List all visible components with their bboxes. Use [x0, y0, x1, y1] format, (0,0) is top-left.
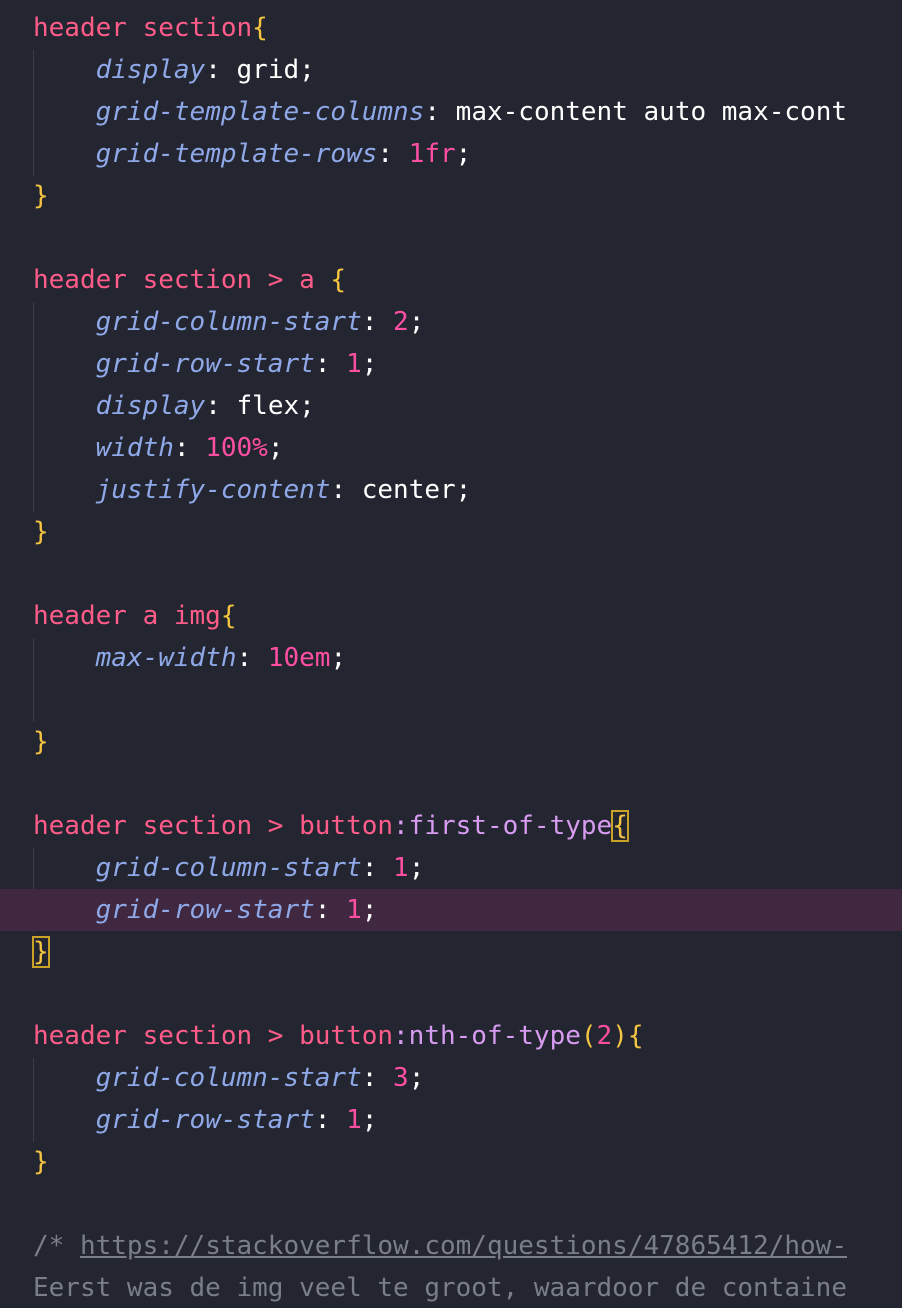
css-value: 3	[393, 1063, 409, 1093]
code-line[interactable]: }	[0, 931, 902, 973]
code-line[interactable]: grid-column-start: 3;	[0, 1057, 902, 1099]
code-line[interactable]: header a img{	[0, 595, 902, 637]
open-brace: {	[627, 1021, 644, 1051]
css-property: display	[95, 391, 206, 421]
css-pseudo-class: :nth-of-type	[393, 1021, 581, 1051]
css-value: 1	[393, 853, 409, 883]
comment-link[interactable]: https://stackoverflow.com/questions/4786…	[80, 1231, 847, 1261]
css-value: 10em	[267, 643, 331, 673]
css-selector: header a img	[33, 601, 221, 631]
code-line[interactable]: header section{	[0, 7, 902, 49]
css-property: max-width	[95, 643, 237, 673]
code-editor[interactable]: header section{ display: grid; grid-temp…	[0, 0, 902, 1308]
close-brace: }	[33, 181, 49, 211]
code-line[interactable]: Eerst was de img veel te groot, waardoor…	[0, 1267, 902, 1308]
code-line[interactable]: }	[0, 1141, 902, 1183]
css-property: display	[95, 55, 206, 85]
css-property: grid-row-start	[95, 1105, 315, 1135]
css-property: grid-row-start	[95, 349, 315, 379]
css-selector: header section > button	[33, 1021, 394, 1051]
css-property: grid-column-start	[95, 853, 362, 883]
code-line[interactable]: grid-column-start: 2;	[0, 301, 902, 343]
scrolled-off-text-edge	[340, 0, 640, 2]
code-line[interactable]: header section > button:first-of-type{	[0, 805, 902, 847]
css-value: max-content auto max-cont	[455, 97, 848, 127]
code-line[interactable]: grid-template-columns: max-content auto …	[0, 91, 902, 133]
code-line[interactable]: grid-template-rows: 1fr;	[0, 133, 902, 175]
pseudo-argument: 2	[596, 1021, 613, 1051]
code-line[interactable]: max-width: 10em;	[0, 637, 902, 679]
code-line-active[interactable]: grid-row-start: 1;	[0, 889, 902, 931]
css-property: justify-content	[95, 475, 331, 505]
code-line[interactable]: justify-content: center;	[0, 469, 902, 511]
open-brace: {	[252, 13, 268, 43]
code-line[interactable]: }	[0, 511, 902, 553]
css-property: grid-column-start	[95, 307, 362, 337]
css-property: grid-template-columns	[95, 97, 425, 127]
css-value: 1fr	[408, 139, 456, 169]
code-line[interactable]: grid-column-start: 1;	[0, 847, 902, 889]
close-brace: }	[33, 727, 49, 757]
open-brace: {	[220, 601, 237, 631]
comment-prefix: /*	[33, 1231, 80, 1261]
css-value: 1	[346, 349, 362, 379]
css-property: width	[95, 433, 174, 463]
code-line[interactable]: header section > button:nth-of-type(2){	[0, 1015, 902, 1057]
code-line[interactable]: width: 100%;	[0, 427, 902, 469]
comment-text: Eerst was de img veel te groot, waardoor…	[33, 1273, 847, 1303]
css-selector: header section	[33, 13, 253, 43]
code-line[interactable]: /* https://stackoverflow.com/questions/4…	[0, 1225, 902, 1267]
open-paren: (	[580, 1021, 597, 1051]
css-value: 1	[346, 1105, 362, 1135]
css-value: grid	[236, 55, 300, 85]
close-paren: )	[612, 1021, 628, 1051]
close-brace: }	[33, 1147, 49, 1177]
code-line-empty[interactable]	[0, 679, 902, 721]
open-brace: {	[330, 265, 347, 295]
css-value: 2	[393, 307, 409, 337]
close-brace-matched: }	[32, 936, 50, 968]
code-line[interactable]: grid-row-start: 1;	[0, 343, 902, 385]
css-value: 1	[346, 895, 362, 925]
css-value: 100%	[205, 433, 268, 463]
code-line[interactable]: grid-row-start: 1;	[0, 1099, 902, 1141]
css-value: center	[361, 475, 456, 505]
code-line[interactable]: header section > a {	[0, 259, 902, 301]
css-selector: header section > a	[33, 265, 331, 295]
css-property: grid-row-start	[95, 895, 315, 925]
css-property: grid-template-rows	[95, 139, 378, 169]
code-line[interactable]: display: grid;	[0, 49, 902, 91]
code-line[interactable]: }	[0, 175, 902, 217]
open-brace-matched: {	[611, 810, 629, 842]
close-brace: }	[33, 517, 49, 547]
code-line[interactable]: display: flex;	[0, 385, 902, 427]
css-value: flex	[236, 391, 300, 421]
css-selector: header section > button	[33, 811, 394, 841]
css-property: grid-column-start	[95, 1063, 362, 1093]
css-pseudo-class: :first-of-type	[393, 811, 613, 841]
code-line[interactable]: }	[0, 721, 902, 763]
